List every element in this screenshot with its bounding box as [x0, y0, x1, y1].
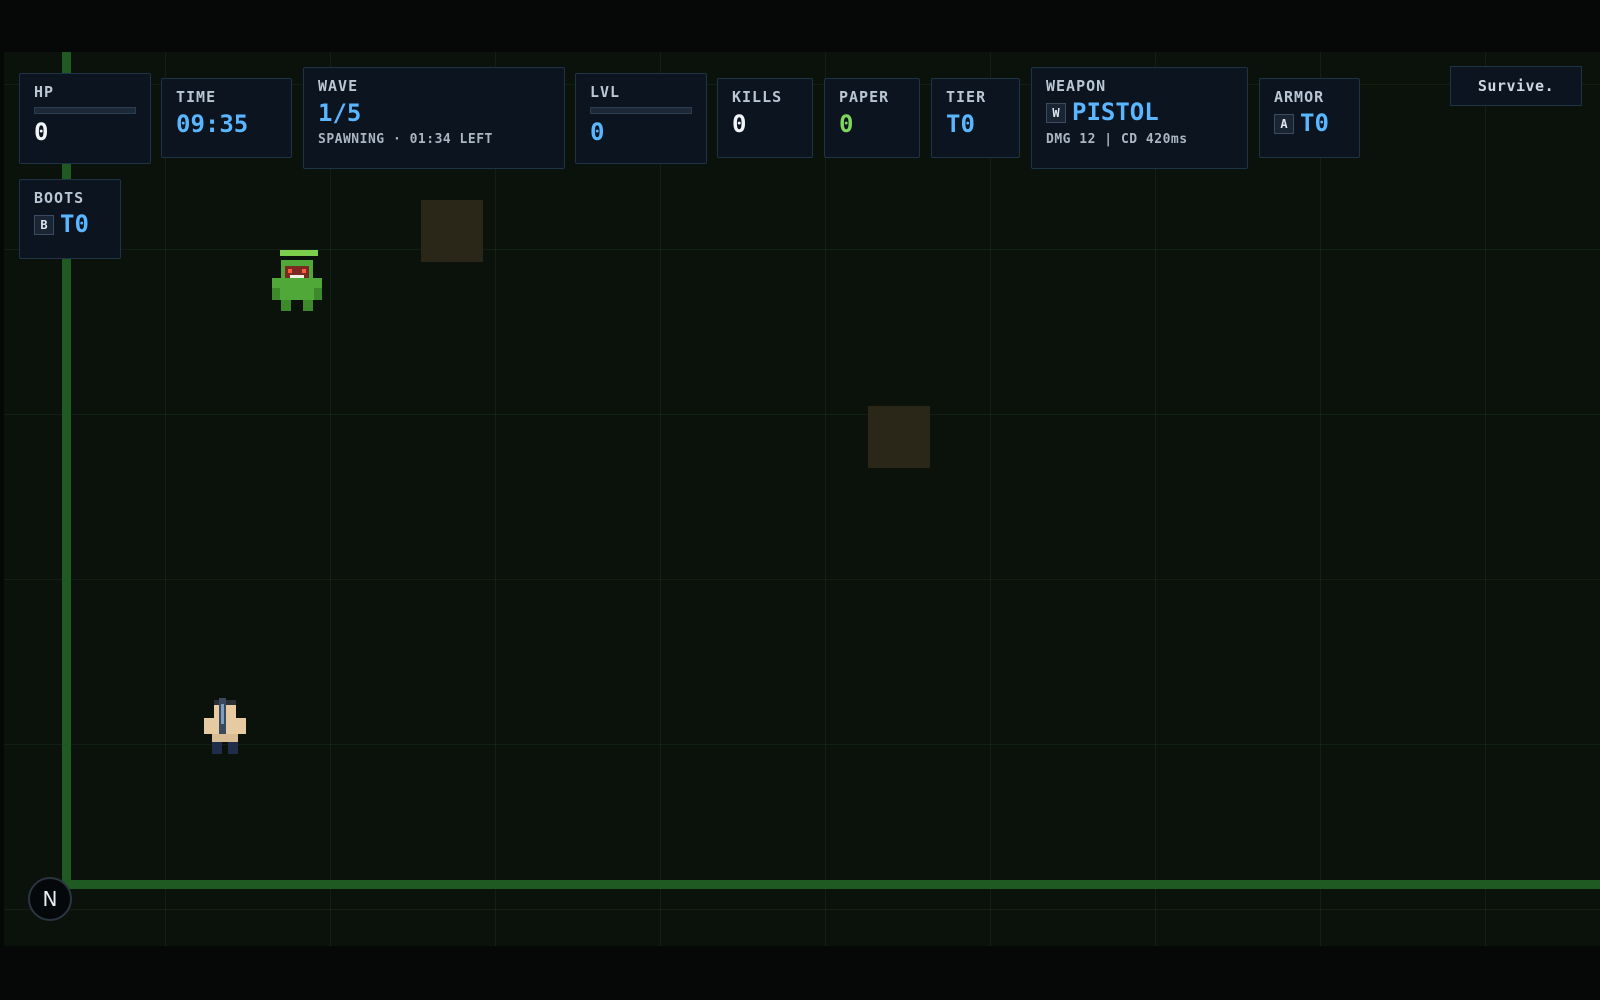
wave-value: 1/5 — [318, 99, 362, 127]
armor-value: T0 — [1300, 109, 1329, 137]
xp-bar — [590, 107, 692, 114]
boots-label: BOOTS — [34, 189, 85, 207]
obstacle-crate — [421, 200, 483, 262]
kills-label: KILLS — [732, 88, 783, 106]
paper-label: PAPER — [839, 88, 890, 106]
level-panel: LVL 0 — [575, 73, 707, 164]
time-value: 09:35 — [176, 110, 249, 138]
boots-value: T0 — [60, 210, 89, 238]
time-label: TIME — [176, 88, 217, 106]
paper-panel: PAPER 0 — [824, 78, 920, 158]
green-orc-icon — [272, 260, 322, 312]
weapon-stats: DMG 12 | CD 420ms — [1046, 131, 1188, 147]
armor-key-icon: A — [1274, 113, 1294, 134]
wave-label: WAVE — [318, 77, 359, 95]
tier-panel: TIER T0 — [931, 78, 1020, 158]
hp-bar — [34, 107, 136, 114]
level-label: LVL — [590, 83, 621, 101]
player-character[interactable] — [204, 698, 246, 754]
weapon-key-icon: W — [1046, 102, 1066, 123]
armor-panel: ARMOR A T0 — [1259, 78, 1360, 158]
game-arena[interactable] — [4, 52, 1600, 946]
enemy-health-bar — [280, 250, 318, 256]
level-value: 0 — [590, 118, 605, 146]
kills-value: 0 — [732, 110, 747, 138]
weapon-value: PISTOL — [1072, 98, 1159, 126]
hp-panel: HP 0 — [19, 73, 151, 164]
arena-wall-left — [62, 52, 71, 884]
weapon-label: WEAPON — [1046, 77, 1107, 95]
objective-text: Survive. — [1450, 66, 1582, 106]
enemy-orc[interactable] — [272, 250, 322, 312]
letterbox-bottom — [0, 946, 1600, 1000]
boots-key-icon: B — [34, 214, 54, 235]
kills-panel: KILLS 0 — [717, 78, 813, 158]
hp-label: HP — [34, 83, 55, 101]
hp-value: 0 — [34, 118, 49, 146]
time-panel: TIME 09:35 — [161, 78, 292, 158]
obstacle-crate — [868, 406, 930, 468]
letterbox-top — [0, 0, 1600, 52]
wave-status: SPAWNING · 01:34 LEFT — [318, 132, 493, 147]
player-gunner-icon — [204, 698, 246, 754]
armor-label: ARMOR — [1274, 88, 1325, 106]
tier-value: T0 — [946, 110, 975, 138]
weapon-panel: WEAPON W PISTOL DMG 12 | CD 420ms — [1031, 67, 1248, 169]
wave-panel: WAVE 1/5 SPAWNING · 01:34 LEFT — [303, 67, 565, 169]
arena-wall-bottom — [62, 880, 1600, 889]
boots-panel: BOOTS B T0 — [19, 179, 121, 259]
paper-value: 0 — [839, 110, 854, 138]
tier-label: TIER — [946, 88, 987, 106]
compass-icon[interactable]: N — [28, 877, 72, 921]
